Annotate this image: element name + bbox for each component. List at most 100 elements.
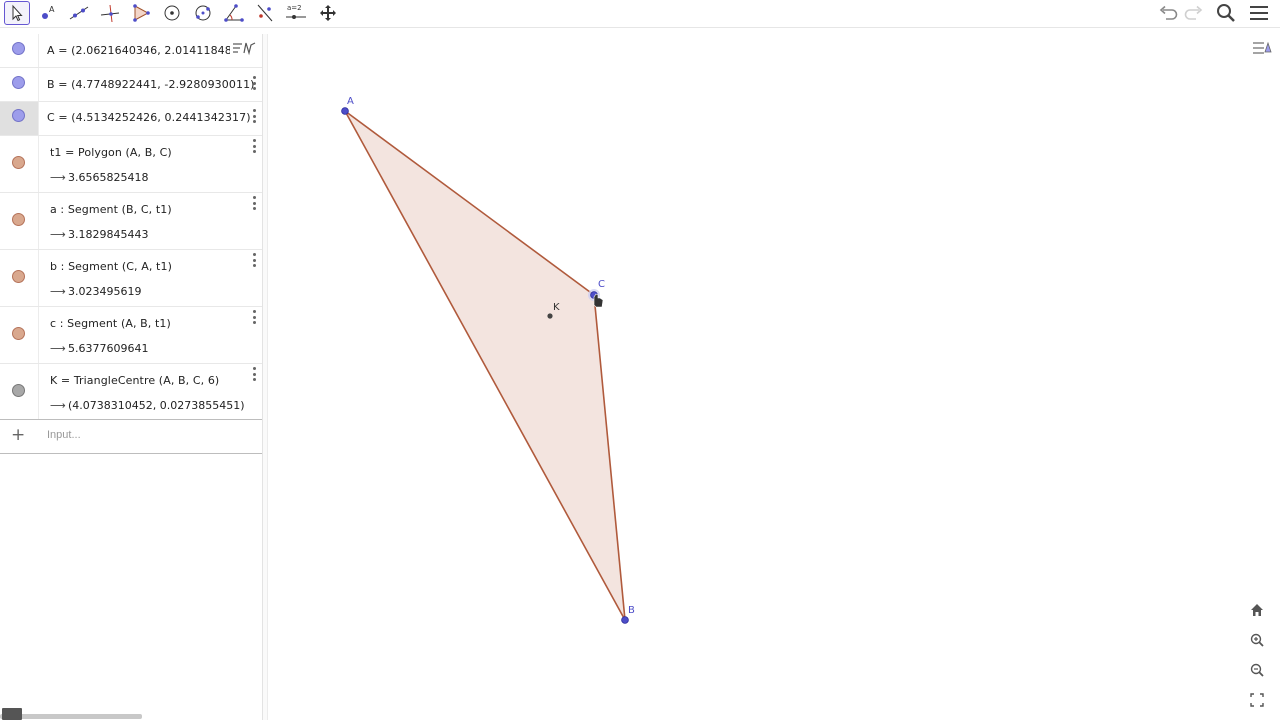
output-value: 5.6377609641 <box>68 342 149 355</box>
graphics-view[interactable]: K A B C <box>268 34 1280 720</box>
zoom-in-button[interactable] <box>1246 629 1268 651</box>
angle-icon <box>224 4 244 22</box>
algebra-definition: b : Segment (C, A, t1) <box>50 260 172 273</box>
item-menu-icon[interactable] <box>252 139 256 153</box>
point-A[interactable] <box>341 107 349 115</box>
item-menu-icon[interactable] <box>252 109 256 123</box>
slider-tool-label: a=2 <box>287 4 302 12</box>
item-menu-icon[interactable] <box>252 253 256 267</box>
algebra-definition: t1 = Polygon (A, B, C) <box>50 146 172 159</box>
algebra-definition: K = TriangleCentre (A, B, C, 6) <box>50 374 220 387</box>
keyboard-icon[interactable] <box>2 708 22 720</box>
zoom-out-icon <box>1250 663 1264 677</box>
slider-tool-button[interactable]: a=2 <box>283 1 309 25</box>
algebra-item-b[interactable]: b : Segment (C, A, t1) ⟶ 3.023495619 <box>0 250 262 307</box>
output-value: 3.1829845443 <box>68 228 149 241</box>
line-icon <box>69 6 89 20</box>
main-menu-button[interactable] <box>1246 1 1272 25</box>
algebra-input-row[interactable]: + <box>0 419 262 454</box>
algebra-item-t1[interactable]: t1 = Polygon (A, B, C) ⟶ 3.6565825418 <box>0 136 262 193</box>
undo-button[interactable] <box>1155 1 1181 25</box>
circle-three-points-tool-button[interactable] <box>190 1 216 25</box>
algebra-definition: c : Segment (A, B, t1) <box>50 317 171 330</box>
visibility-toggle[interactable] <box>12 327 25 340</box>
svg-text:A: A <box>49 5 55 14</box>
visibility-toggle[interactable] <box>12 109 25 122</box>
item-menu-icon[interactable] <box>252 310 256 324</box>
point-tool-button[interactable]: A <box>35 1 61 25</box>
algebra-definition: A = (2.0621640346, 2.0141184826 <box>47 44 247 57</box>
visibility-toggle[interactable] <box>12 384 25 397</box>
circle-center-tool-button[interactable] <box>159 1 185 25</box>
output-value: 3.6565825418 <box>68 171 149 184</box>
sort-icon <box>233 42 256 56</box>
algebra-output: ⟶ 3.1829845443 <box>50 228 148 241</box>
algebra-input-field[interactable] <box>47 429 247 441</box>
point-B[interactable] <box>621 616 629 624</box>
search-button[interactable] <box>1213 1 1239 25</box>
algebra-definition: B = (4.7748922441, -2.9280930011) <box>47 78 255 91</box>
undo-icon <box>1159 5 1178 20</box>
algebra-item-A[interactable]: A = (2.0621640346, 2.0141184826 <box>0 34 262 68</box>
point-K[interactable] <box>547 313 553 319</box>
algebra-output: ⟶ (4.0738310452, 0.0273855451) <box>50 399 245 412</box>
output-arrow: ⟶ <box>50 228 66 241</box>
circle-with-center-icon <box>164 5 180 21</box>
output-arrow: ⟶ <box>50 171 66 184</box>
fullscreen-icon <box>1250 693 1264 707</box>
output-value: (4.0738310452, 0.0273855451) <box>68 399 245 412</box>
reflect-tool-button[interactable] <box>252 1 278 25</box>
perpendicular-line-tool-button[interactable] <box>97 1 123 25</box>
visibility-toggle[interactable] <box>12 156 25 169</box>
fullscreen-button[interactable] <box>1246 689 1268 711</box>
algebra-view: A = (2.0621640346, 2.0141184826 B = (4.7… <box>0 34 262 720</box>
style-bar-toggle-button[interactable] <box>1251 37 1273 59</box>
standard-view-button[interactable] <box>1246 599 1268 621</box>
item-menu-icon[interactable] <box>252 367 256 381</box>
output-arrow: ⟶ <box>50 285 66 298</box>
move-graphics-view-tool-button[interactable] <box>315 1 341 25</box>
zoom-in-icon <box>1250 633 1264 647</box>
menu-icon <box>1250 6 1268 20</box>
item-menu-icon[interactable] <box>252 196 256 210</box>
perpendicular-line-icon <box>100 4 120 23</box>
visibility-toggle[interactable] <box>12 76 25 89</box>
algebra-output: ⟶ 5.6377609641 <box>50 342 148 355</box>
move-arrows-icon <box>320 5 336 21</box>
point-label-B: B <box>628 605 635 616</box>
visibility-toggle[interactable] <box>12 270 25 283</box>
redo-button[interactable] <box>1181 1 1207 25</box>
algebra-item-B[interactable]: B = (4.7748922441, -2.9280930011) <box>0 68 262 102</box>
algebra-output: ⟶ 3.023495619 <box>50 285 141 298</box>
item-menu-icon[interactable] <box>252 76 256 90</box>
cursor-arrow-icon <box>12 4 23 22</box>
geometry-canvas[interactable]: K A B C <box>268 34 1280 720</box>
visibility-toggle[interactable] <box>12 213 25 226</box>
home-icon <box>1251 604 1263 616</box>
visibility-toggle[interactable] <box>12 42 25 55</box>
polygon-icon <box>133 4 150 22</box>
plus-icon[interactable]: + <box>11 425 25 445</box>
algebra-item-K[interactable]: K = TriangleCentre (A, B, C, 6) ⟶ (4.0738… <box>0 364 262 419</box>
angle-tool-button[interactable] <box>221 1 247 25</box>
algebra-output: ⟶ 3.6565825418 <box>50 171 148 184</box>
reflect-about-line-icon <box>257 4 273 22</box>
output-value: 3.023495619 <box>68 285 142 298</box>
style-bar-icon <box>1253 41 1272 54</box>
output-arrow: ⟶ <box>50 342 66 355</box>
algebra-item-C[interactable]: C = (4.5134252426, 0.2441342317) <box>0 102 262 136</box>
algebra-item-c[interactable]: c : Segment (A, B, t1) ⟶ 5.6377609641 <box>0 307 262 364</box>
point-label-C: C <box>598 279 605 290</box>
zoom-out-button[interactable] <box>1246 659 1268 681</box>
algebra-item-a[interactable]: a : Segment (B, C, t1) ⟶ 3.1829845443 <box>0 193 262 250</box>
move-tool-button[interactable] <box>4 1 30 25</box>
sort-algebra-button[interactable] <box>230 38 260 58</box>
toolbar: A a=2 <box>0 0 1280 28</box>
output-arrow: ⟶ <box>50 399 66 412</box>
polygon-tool-button[interactable] <box>128 1 154 25</box>
point-label-K: K <box>553 302 560 313</box>
line-tool-button[interactable] <box>66 1 92 25</box>
point-icon: A <box>42 5 55 19</box>
circle-through-points-icon <box>195 5 211 21</box>
algebra-definition: a : Segment (B, C, t1) <box>50 203 172 216</box>
